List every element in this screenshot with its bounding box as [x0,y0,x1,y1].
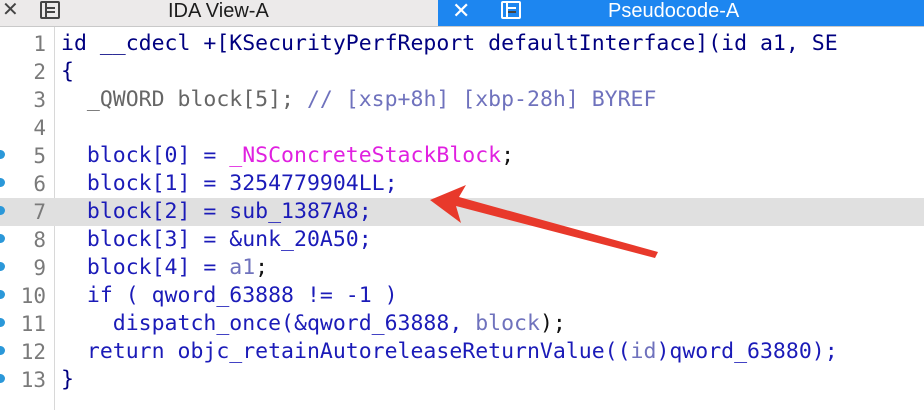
code-segment: ; [501,143,515,168]
local-declaration[interactable]: _QWORD block[5]; [61,87,307,112]
code-text[interactable]: id __cdecl +[KSecurityPerfReport default… [61,30,838,58]
breakpoint-dot[interactable] [0,290,5,299]
code-line[interactable]: 4 [0,114,924,142]
type-cast[interactable]: id [631,339,657,364]
line-number: 11 [20,312,46,336]
code-line[interactable]: 3 _QWORD block[5]; // [xsp+8h] [xbp-28h]… [0,86,924,114]
pseudocode-editor[interactable]: 1 id __cdecl +[KSecurityPerfReport defau… [0,27,924,410]
code-line[interactable]: 6 block[1] = 3254779904LL; [0,170,924,198]
line-number: 13 [20,368,46,392]
tab-pseudocode[interactable]: ✕ Pseudocode-A [438,0,924,26]
line-number: 8 [33,228,46,252]
code-text[interactable]: block[2] = sub_1387A8; [61,198,372,226]
code-text[interactable]: { [61,58,74,86]
line-number: 10 [20,284,46,308]
code-segment[interactable]: dispatch_once(&qword_63888, [61,311,475,336]
block-variable[interactable]: block [475,311,540,336]
line-number: 6 [33,172,46,196]
line-number: 9 [33,256,46,280]
breakpoint-dot[interactable] [0,318,5,327]
code-segment[interactable]: block[4] = [61,255,229,280]
code-segment: ); [539,311,566,336]
line-number: 2 [33,60,46,84]
line-number: 5 [33,144,46,168]
tab-bar: ✕ IDA View-A ✕ Pseudocode-A [0,0,924,27]
close-brace: } [61,367,74,392]
tab-label: Pseudocode-A [608,0,740,22]
code-segment[interactable]: block[0] = [61,143,229,168]
breakpoint-dot[interactable] [0,262,5,271]
disassembly-view-icon [40,1,60,19]
code-line[interactable]: 9 block[4] = a1; [0,254,924,282]
breakpoint-dot[interactable] [0,150,5,159]
code-text[interactable]: if ( qword_63888 != -1 ) [61,282,398,310]
code-text[interactable]: block[1] = 3254779904LL; [61,170,398,198]
code-text[interactable]: block[4] = a1; [61,254,268,282]
code-line-highlighted[interactable]: 7 block[2] = sub_1387A8; [0,198,924,226]
function-signature[interactable]: id __cdecl +[KSecurityPerfReport default… [61,31,838,56]
line-number: 1 [33,32,46,56]
open-brace: { [61,59,74,84]
code-segment[interactable]: return objc_retainAutoreleaseReturnValue… [61,339,631,364]
code-segment[interactable]: )qword_63880); [656,339,837,364]
code-line[interactable]: 1 id __cdecl +[KSecurityPerfReport defau… [0,30,924,58]
code-text[interactable]: } [61,366,74,394]
line-number: 4 [33,116,46,140]
code-text[interactable]: return objc_retainAutoreleaseReturnValue… [61,338,838,366]
close-icon[interactable]: ✕ [2,0,19,22]
code-line[interactable]: 8 block[3] = &unk_20A50; [0,226,924,254]
breakpoint-dot[interactable] [0,178,5,187]
tab-ida-view[interactable]: ✕ IDA View-A [0,0,436,26]
breakpoint-dot[interactable] [0,346,5,355]
code-line[interactable]: 11 dispatch_once(&qword_63888, block); [0,310,924,338]
code-text[interactable]: block[3] = &unk_20A50; [61,226,372,254]
tab-label: IDA View-A [168,0,269,22]
line-number: 3 [33,88,46,112]
code-line[interactable]: 2 { [0,58,924,86]
breakpoint-dot[interactable] [0,374,5,383]
code-text[interactable]: _QWORD block[5]; // [xsp+8h] [xbp-28h] B… [61,86,657,114]
line-number: 7 [33,200,46,224]
argument[interactable]: a1 [229,255,255,280]
comment: // [xsp+8h] [xbp-28h] BYREF [306,87,657,112]
line-number: 12 [20,340,46,364]
pseudocode-view-icon [501,1,521,19]
code-text[interactable]: dispatch_once(&qword_63888, block); [61,310,566,338]
code-line[interactable]: 10 if ( qword_63888 != -1 ) [0,282,924,310]
close-icon[interactable]: ✕ [452,0,470,23]
breakpoint-dot[interactable] [0,206,5,215]
code-line[interactable]: 12 return objc_retainAutoreleaseReturnVa… [0,338,924,366]
breakpoint-dot[interactable] [0,234,5,243]
code-segment: ; [255,255,269,280]
code-text[interactable]: block[0] = _NSConcreteStackBlock; [61,142,514,170]
code-line[interactable]: 5 block[0] = _NSConcreteStackBlock; [0,142,924,170]
import-symbol[interactable]: _NSConcreteStackBlock [229,143,501,168]
code-line[interactable]: 13 } [0,366,924,394]
